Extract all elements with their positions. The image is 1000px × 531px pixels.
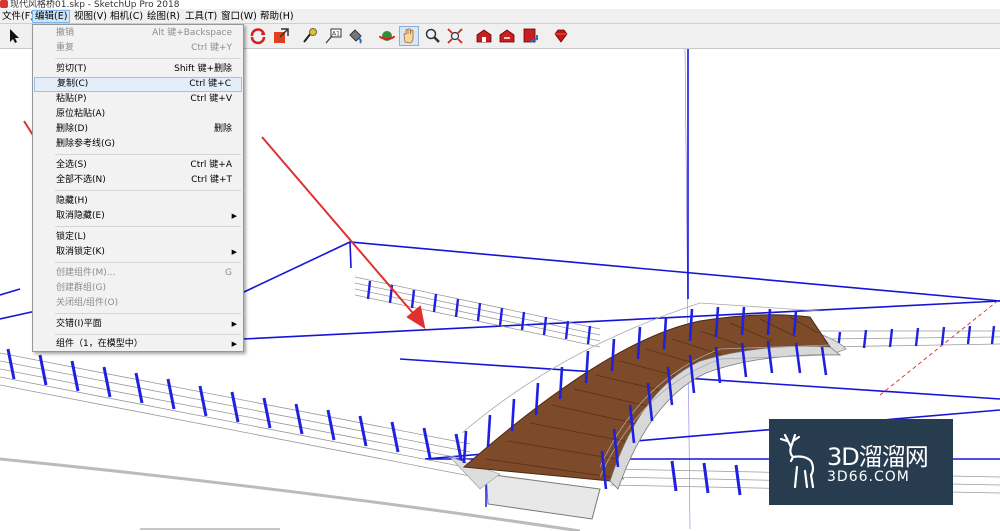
menu-bar: 文件(F) 编辑(E) 视图(V) 相机(C) 绘图(R) 工具(T) 窗口(W… (0, 9, 1000, 24)
menu-item-delete-guides[interactable]: 删除参考线(G) (34, 137, 242, 152)
menu-tools[interactable]: 工具(T) (183, 10, 219, 23)
menu-item-make-group[interactable]: 创建群组(G) (34, 281, 242, 296)
zoom-extents-icon[interactable] (445, 26, 465, 46)
submenu-arrow-icon: ▶ (231, 340, 237, 348)
menu-item-hide[interactable]: 隐藏(H) (34, 194, 242, 209)
window-title: 现代风格桥01.skp - SketchUp Pro 2018 (10, 0, 180, 9)
menu-item-unhide[interactable]: 取消隐藏(E) ▶ (34, 209, 242, 224)
svg-text:A1: A1 (332, 31, 340, 38)
menu-item-paste-in-place[interactable]: 原位粘贴(A) (34, 107, 242, 122)
deer-logo-icon (779, 433, 815, 489)
menu-separator (55, 226, 241, 227)
sketchup-app-icon (0, 0, 8, 8)
menu-item-redo[interactable]: 重复 Ctrl 键+Y (34, 41, 242, 56)
menu-separator (55, 334, 241, 335)
menu-separator (55, 190, 241, 191)
menu-item-delete[interactable]: 删除(D) 删除 (34, 122, 242, 137)
share-model-icon[interactable] (497, 26, 517, 46)
menu-item-cut[interactable]: 剪切(T) Shift 键+删除 (34, 62, 242, 77)
menu-edit[interactable]: 编辑(E) (32, 10, 71, 23)
3d66-watermark: 3D溜溜网 3D66.COM (769, 419, 953, 505)
menu-separator (55, 313, 241, 314)
menu-item-close-group[interactable]: 关闭组/组件(O) (34, 296, 242, 311)
menu-item-make-component[interactable]: 创建组件(M)... G (34, 266, 242, 281)
orbit-icon[interactable] (377, 26, 397, 46)
edit-dropdown-menu: 撤销 Alt 键+Backspace 重复 Ctrl 键+Y 剪切(T) Shi… (32, 24, 244, 352)
menu-help[interactable]: 帮助(H) (258, 10, 296, 23)
menu-separator (55, 154, 241, 155)
menu-item-copy[interactable]: 复制(C) Ctrl 键+C (34, 77, 242, 92)
warehouse-icon[interactable] (474, 26, 494, 46)
menu-view[interactable]: 视图(V) (72, 10, 109, 23)
menu-draw[interactable]: 绘图(R) (145, 10, 182, 23)
watermark-brand: 3D溜溜网 (827, 443, 929, 471)
submenu-arrow-icon: ▶ (231, 212, 237, 220)
submenu-arrow-icon: ▶ (231, 320, 237, 328)
select-arrow-icon[interactable] (4, 26, 24, 46)
pan-hand-icon[interactable] (399, 26, 419, 46)
menu-item-unlock[interactable]: 取消锁定(K) ▶ (34, 245, 242, 260)
menu-file[interactable]: 文件(F) (0, 10, 36, 23)
text-label-icon[interactable]: A1 (323, 26, 343, 46)
menu-item-intersect-faces[interactable]: 交错(I)平面 ▶ (34, 317, 242, 332)
submenu-arrow-icon: ▶ (231, 248, 237, 256)
menu-item-lock[interactable]: 锁定(L) (34, 230, 242, 245)
menu-item-component[interactable]: 组件（1，在模型中） ▶ (34, 337, 242, 352)
menu-window[interactable]: 窗口(W) (219, 10, 259, 23)
orbit-rotate-icon[interactable] (248, 26, 268, 46)
menu-item-paste[interactable]: 粘贴(P) Ctrl 键+V (34, 92, 242, 107)
menu-separator (55, 58, 241, 59)
menu-item-select-none[interactable]: 全部不选(N) Ctrl 键+T (34, 173, 242, 188)
ruby-extension-icon[interactable] (551, 26, 571, 46)
menu-separator (55, 262, 241, 263)
zoom-magnifier-icon[interactable] (422, 26, 442, 46)
menu-item-select-all[interactable]: 全选(S) Ctrl 键+A (34, 158, 242, 173)
menu-camera[interactable]: 相机(C) (108, 10, 145, 23)
scale-icon[interactable] (271, 26, 291, 46)
menu-item-undo[interactable]: 撤销 Alt 键+Backspace (34, 26, 242, 41)
tape-measure-icon[interactable] (300, 26, 320, 46)
paint-bucket-icon[interactable] (345, 26, 365, 46)
title-bar: 现代风格桥01.skp - SketchUp Pro 2018 (0, 0, 1000, 9)
watermark-url: 3D66.COM (827, 469, 910, 485)
extension-warehouse-icon[interactable] (520, 26, 540, 46)
